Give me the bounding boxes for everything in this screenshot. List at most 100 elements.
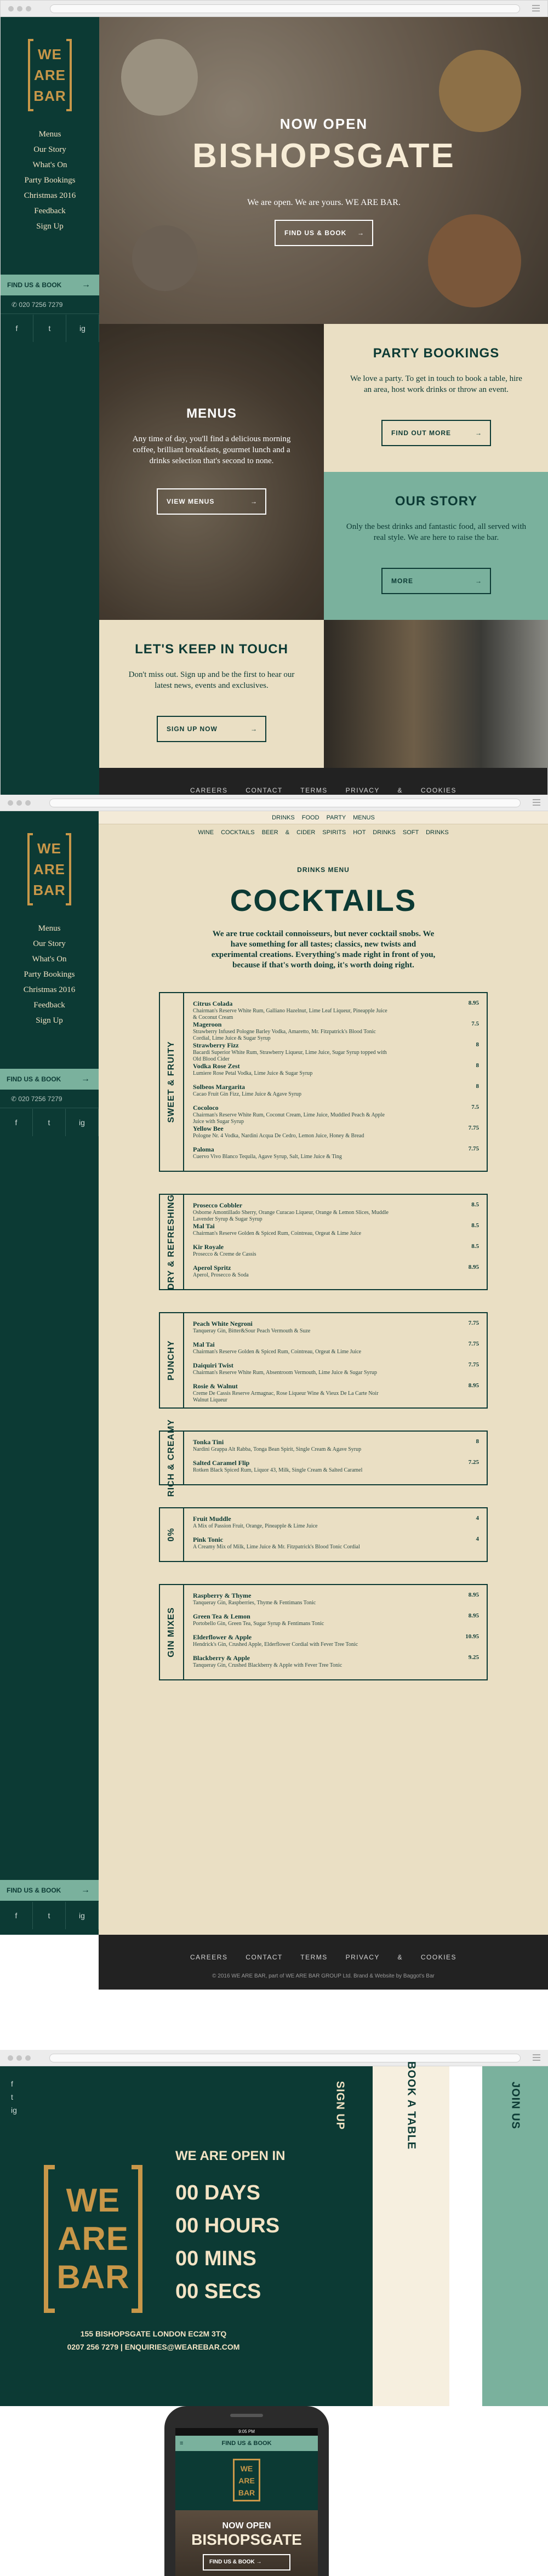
menu-section: GIN MIXES Raspberry & Thyme Tanqueray Gin,… xyxy=(159,1584,488,1680)
main-nav: Menus Our Story What's On Party Bookings… xyxy=(1,127,99,234)
join-us-stripe[interactable]: JOIN US xyxy=(482,2066,548,2406)
menu-item-name: Mal Tai xyxy=(193,1341,215,1348)
twitter-icon[interactable]: t xyxy=(33,1902,66,1929)
phone-number[interactable]: ✆ 020 7256 7279 xyxy=(1,295,99,314)
menu-item-desc: Osborne Amontillado Sherry, Orange Curac… xyxy=(193,1210,389,1222)
menu-item-name: Vodka Rose Zest xyxy=(193,1062,240,1070)
menu-item-price: 8.95 xyxy=(468,1612,479,1619)
nav-item-party-bookings[interactable]: Party Bookings xyxy=(1,173,99,188)
nav-item-our-story[interactable]: Our Story xyxy=(0,936,99,951)
menu-item-price: 7.75 xyxy=(468,1341,479,1347)
nav-item-christmas[interactable]: Christmas 2016 xyxy=(1,188,99,203)
twitter-icon[interactable]: t xyxy=(33,1109,66,1136)
mobile-logo[interactable]: WE ARE BAR xyxy=(233,2459,260,2501)
find-us-book-button[interactable]: FIND US & BOOK → xyxy=(1,275,99,295)
address-bar[interactable] xyxy=(50,4,520,13)
menu-item: Elderflower & Apple Hendrick's Gin, Crush… xyxy=(193,1633,479,1648)
menu-section-label: DRY & REFRESHING xyxy=(160,1194,184,1290)
sign-up-now-button[interactable]: SIGN UP NOW → xyxy=(157,716,266,742)
menu-item-name: Fruit Muddle xyxy=(193,1515,231,1523)
logo[interactable]: WE ARE BAR xyxy=(28,39,72,111)
menu-item-name: Solbeos Margarita xyxy=(193,1083,245,1091)
browser-menu-icon[interactable] xyxy=(532,5,540,12)
menu-item-price: 9.25 xyxy=(468,1654,479,1661)
menus-tile: MENUS Any time of day, you'll find a del… xyxy=(99,324,324,620)
our-story-tile: OUR STORY Only the best drinks and fanta… xyxy=(324,472,548,620)
menu-item-price: 8.95 xyxy=(468,1592,479,1598)
menu-section: SWEET & FRUITY Citrus Colada Chairman's Re… xyxy=(159,992,488,1172)
drinks-menu-label: DRINKS MENU xyxy=(297,866,350,874)
nav-item-sign-up[interactable]: Sign Up xyxy=(0,1013,99,1028)
browser-window-home: WE ARE BAR Menus Our Story What's On Par… xyxy=(0,0,548,812)
nav-item-feedback[interactable]: Feedback xyxy=(1,203,99,219)
twitter-icon[interactable]: t xyxy=(11,2090,17,2104)
mobile-find-bar[interactable]: ≡ FIND US & BOOK xyxy=(175,2436,318,2451)
instagram-icon[interactable]: ig xyxy=(66,1109,99,1136)
nav-item-party-bookings[interactable]: Party Bookings xyxy=(0,967,99,982)
footer-links[interactable]: CAREERS CONTACT TERMS PRIVACY & COOKIES xyxy=(99,768,547,794)
menu-item-desc: Aperol, Prosecco & Soda xyxy=(193,1272,249,1278)
menu-item-desc: Chairman's Reserve White Rum, Absentroom… xyxy=(193,1370,377,1376)
browser-window-menu-chrome xyxy=(0,795,548,811)
instagram-icon[interactable]: ig xyxy=(66,1902,99,1929)
hamburger-icon[interactable]: ≡ xyxy=(180,2436,183,2451)
menu-item: Raspberry & Thyme Tanqueray Gin, Raspberr… xyxy=(193,1592,479,1606)
facebook-icon[interactable]: f xyxy=(11,2077,17,2090)
story-more-button[interactable]: MORE → xyxy=(381,568,491,594)
address-bar-2[interactable] xyxy=(49,799,521,807)
nav-item-our-story[interactable]: Our Story xyxy=(1,142,99,157)
browser-menu-icon-2[interactable] xyxy=(533,799,540,806)
mobile-find-button[interactable]: FIND US & BOOK → xyxy=(203,2554,290,2571)
menu-item-name: Peach White Negroni xyxy=(193,1320,253,1327)
address-bar-3[interactable] xyxy=(49,2054,521,2062)
instagram-icon[interactable]: ig xyxy=(66,315,99,342)
find-us-book-button-2[interactable]: FIND US & BOOK → xyxy=(0,1069,99,1090)
browser-chrome-2 xyxy=(0,795,548,811)
nav-item-sign-up[interactable]: Sign Up xyxy=(1,219,99,234)
logo-2[interactable]: WE ARE BAR xyxy=(27,833,71,905)
menu-item-price: 8.5 xyxy=(471,1222,479,1229)
menu-item-desc: A Creamy Mix of Milk, Lime Juice & Mr. F… xyxy=(193,1544,360,1550)
hero-now-open: NOW OPEN xyxy=(279,116,368,132)
mobile-device: 9:05 PM ≡ FIND US & BOOK WE ARE BAR NOW OP… xyxy=(164,2406,329,2576)
menu-item-desc: Hendrick's Gin, Crushed Apple, Elderflow… xyxy=(193,1642,358,1648)
contact-info[interactable]: 0207 256 7279 | ENQUIRIES@WEAREBAR.COM xyxy=(0,2343,307,2351)
book-table-stripe[interactable]: BOOK A TABLE xyxy=(373,2061,449,2406)
facebook-icon[interactable]: f xyxy=(1,315,33,342)
nav-item-christmas[interactable]: Christmas 2016 xyxy=(0,982,99,998)
browser-menu-icon-3[interactable] xyxy=(533,2054,540,2061)
menu-tabs[interactable]: DRINKS FOOD PARTY MENUS xyxy=(99,811,548,824)
footer-links-2[interactable]: CAREERS CONTACT TERMS PRIVACY & COOKIES xyxy=(99,1935,548,1961)
menu-item: Daiquiri Twist Chairman's Reserve White R… xyxy=(193,1361,479,1376)
instagram-icon[interactable]: ig xyxy=(11,2104,17,2117)
spacer-stripe xyxy=(449,2066,482,2406)
twitter-icon[interactable]: t xyxy=(33,315,66,342)
countdown-secs: 00 SECS xyxy=(175,2280,261,2303)
facebook-icon[interactable]: f xyxy=(0,1109,33,1136)
hero-find-us-button[interactable]: FIND US & BOOK → xyxy=(275,220,373,246)
menu-item-desc: A Mix of Passion Fruit, Orange, Pineappl… xyxy=(193,1523,318,1529)
nav-item-whats-on[interactable]: What's On xyxy=(0,951,99,967)
nav-item-menus[interactable]: Menus xyxy=(0,921,99,936)
find-out-more-button[interactable]: FIND OUT MORE → xyxy=(381,420,491,446)
nav-item-menus[interactable]: Menus xyxy=(1,127,99,142)
menu-item-desc: Cacao Fruit Gin Fizz, Lime Juice & Agave… xyxy=(193,1091,302,1097)
sidebar: WE ARE BAR Menus Our Story What's On Par… xyxy=(1,17,99,812)
menu-item-name: Tonka Tini xyxy=(193,1438,224,1446)
drinks-subtabs[interactable]: WINE COCKTAILS BEER & CIDER SPIRITS HOT … xyxy=(99,824,548,841)
nav-item-feedback[interactable]: Feedback xyxy=(0,998,99,1013)
sign-up-stripe[interactable]: SIGN UP xyxy=(307,2066,373,2406)
menu-item-price: 7.75 xyxy=(468,1125,479,1131)
phone-number-2[interactable]: ✆ 020 7256 7279 xyxy=(0,1090,99,1108)
menu-item-price: 8 xyxy=(476,1041,480,1048)
menu-item-desc: Cuervo Vivo Blanco Tequila, Agave Syrup,… xyxy=(193,1154,342,1160)
menu-item-desc: Bacardi Superior White Rum, Strawberry L… xyxy=(193,1050,387,1062)
keep-in-touch-tile: LET'S KEEP IN TOUCH Don't miss out. Sign… xyxy=(99,620,324,768)
facebook-icon[interactable]: f xyxy=(0,1902,33,1929)
find-us-book-button-bottom[interactable]: FIND US & BOOK → xyxy=(0,1880,99,1901)
nav-item-whats-on[interactable]: What's On xyxy=(1,157,99,173)
menu-item-price: 8.5 xyxy=(471,1243,479,1250)
menu-item-price: 7.75 xyxy=(468,1145,479,1152)
view-menus-button[interactable]: VIEW MENUS → xyxy=(157,488,266,515)
menu-section-label: SWEET & FRUITY xyxy=(160,993,184,1171)
